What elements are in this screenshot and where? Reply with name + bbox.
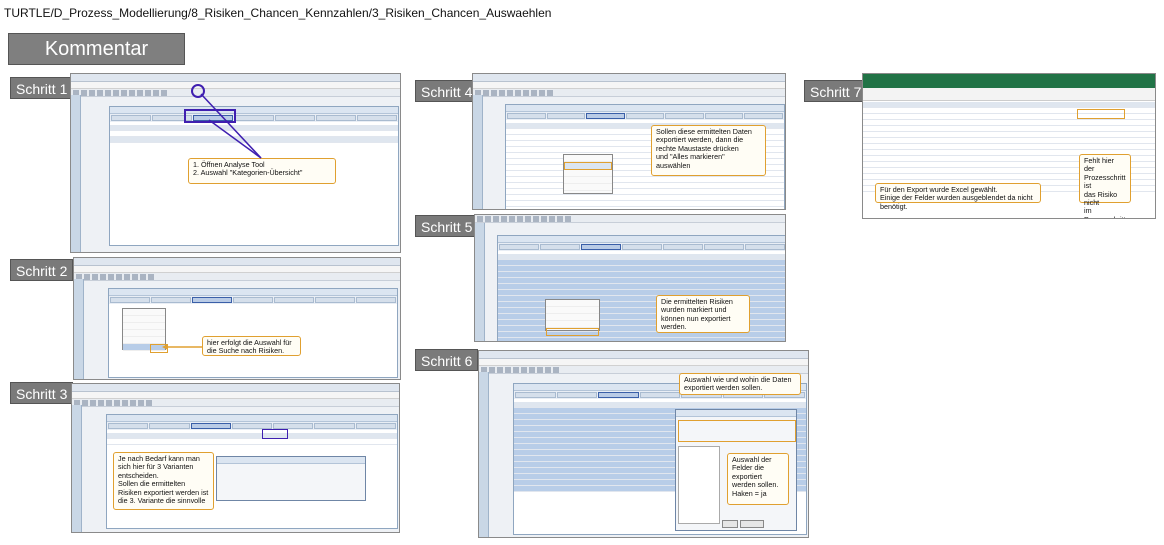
step-3-screenshot: Je nach Bedarf kann man sich hier für 3 … [71,383,400,533]
step-2-label: Schritt 2 [10,259,74,281]
step-6-note: Auswahl wie und wohin die Daten exportie… [679,373,801,395]
step-5-label: Schritt 5 [415,215,479,237]
step-5-note: Die ermittelten Risiken wurden markiert … [656,295,750,333]
step-7-note: Für den Export wurde Excel gewählt. Eini… [875,183,1041,211]
step-1-screenshot: 1. Öffnen Analyse Tool 2. Auswahl "Kateg… [70,73,401,253]
page-path: TURTLE/D_Prozess_Modellierung/8_Risiken_… [4,6,552,20]
prozessschritt-column [1077,109,1125,119]
step-5-screenshot: Die ermittelten Risiken wurden markiert … [474,214,786,342]
step-1-arrow [200,93,262,159]
step-7-note-prozessschritt: Fehlt hier der Prozesschritt ist das Ris… [1079,154,1131,218]
step-2-arrow [162,344,202,350]
abbrechen-button[interactable] [740,520,764,528]
export-format-options[interactable] [678,420,796,442]
excel-ribbon [863,74,1155,88]
ok-button[interactable] [722,520,738,528]
step-4-label: Schritt 4 [415,80,479,102]
optionen-dialog [216,456,366,501]
step-6-label: Schritt 6 [415,349,479,371]
step-1-label: Schritt 1 [10,77,74,99]
export-field-list[interactable] [678,446,720,524]
context-menu[interactable] [545,299,600,336]
optionen-button[interactable] [262,429,288,439]
context-menu[interactable] [563,154,613,194]
step-4-note: Sollen diese ermittelten Daten exportier… [651,125,766,176]
step-7-screenshot: Für den Export wurde Excel gewählt. Eini… [862,73,1156,219]
step-3-label: Schritt 3 [10,382,74,404]
step-7-label: Schritt 7 [804,80,868,102]
step-6-screenshot: Auswahl wie und wohin die Daten exportie… [478,350,809,538]
kommentar-heading: Kommentar [8,33,185,65]
step-3-note: Je nach Bedarf kann man sich hier für 3 … [113,452,214,510]
step-4-screenshot: Sollen diese ermittelten Daten exportier… [472,73,786,210]
step-2-screenshot: hier erfolgt die Auswahl für die Suche n… [73,257,401,380]
step-6-note-fields: Auswahl der Felder die exportiert werden… [727,453,789,505]
